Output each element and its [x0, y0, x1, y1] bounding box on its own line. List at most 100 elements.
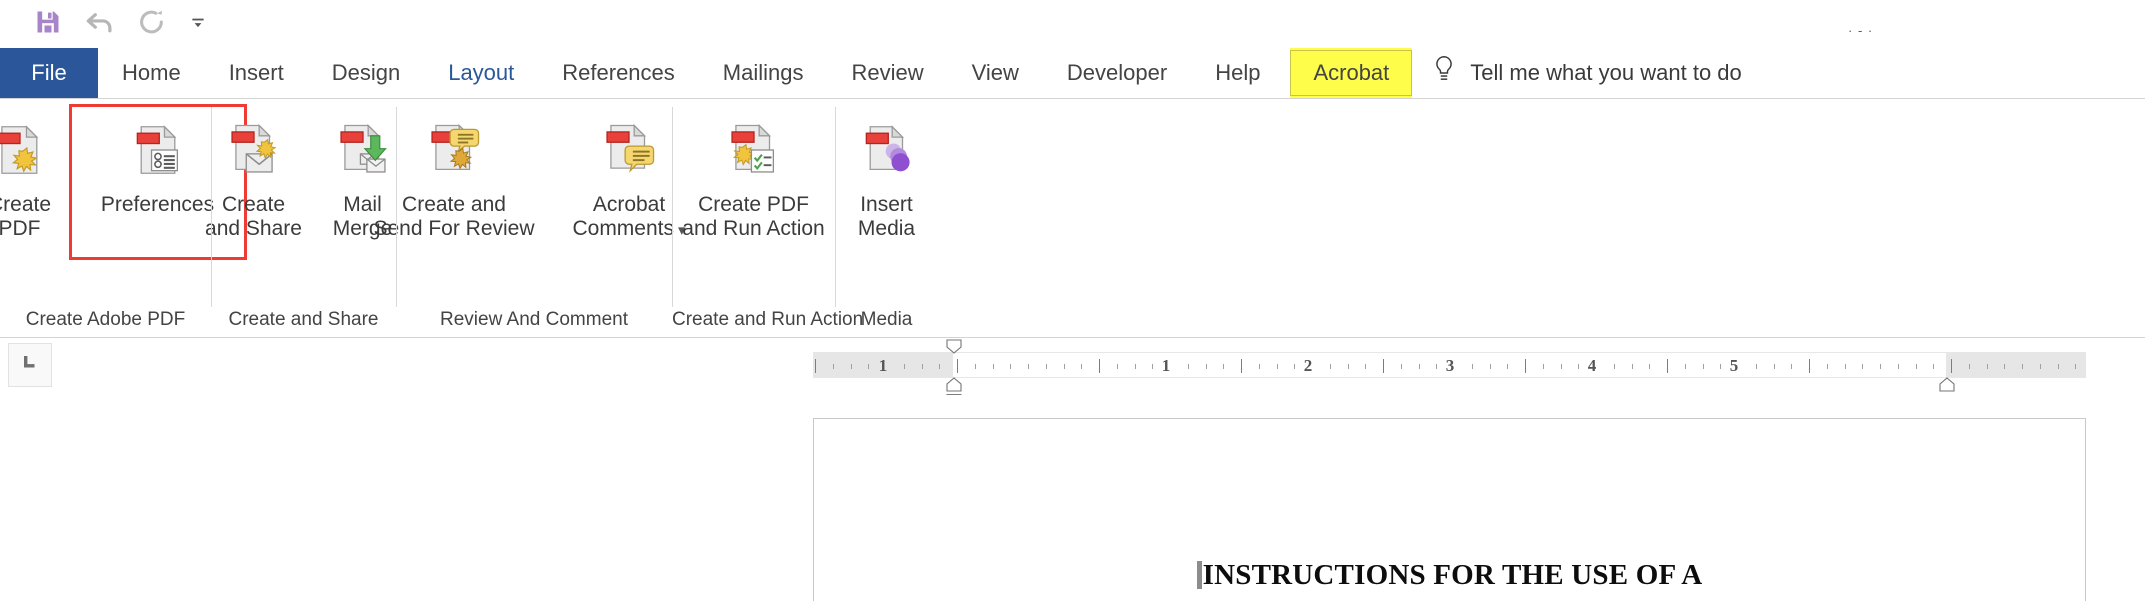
ruler-tick-minor — [1081, 364, 1082, 369]
save-button[interactable] — [22, 3, 74, 45]
customize-quick-access-button[interactable] — [178, 3, 218, 45]
document-canvas[interactable]: INSTRUCTIONS FOR THE USE OF A — [0, 395, 2145, 601]
tab-home[interactable]: Home — [98, 48, 205, 98]
ruler-tick-minor — [1933, 364, 1934, 369]
ribbon-group-create-adobe-pdf: Create PDF — [0, 99, 247, 337]
undo-icon — [84, 6, 116, 43]
ruler-tick-major — [1809, 359, 1810, 373]
create-and-send-for-review-button[interactable]: Create and Send For Review — [359, 107, 549, 240]
ribbon-acrobat: Create PDF — [0, 98, 2145, 338]
tab-mailings-label: Mailings — [722, 60, 804, 85]
document-page[interactable]: INSTRUCTIONS FOR THE USE OF A — [813, 418, 2086, 601]
pdf-mail-star-icon — [223, 113, 285, 187]
document-heading[interactable]: INSTRUCTIONS FOR THE USE OF A — [814, 559, 2085, 592]
save-icon — [34, 8, 62, 41]
tab-file[interactable]: File — [0, 48, 98, 98]
tell-me-search[interactable]: Tell me what you want to do — [1432, 48, 1742, 98]
group-label-create-adobe-pdf: Create Adobe PDF — [25, 309, 186, 330]
ruler-tick-minor — [1259, 364, 1260, 369]
window-controls[interactable]: · - · — [1848, 24, 1873, 37]
tab-design[interactable]: Design — [308, 48, 424, 98]
quick-access-toolbar: · - · — [0, 0, 2145, 48]
create-and-share-button[interactable]: Create and Share — [195, 107, 313, 240]
group-label-create-and-share: Create and Share — [228, 309, 379, 330]
ruler-tick-minor — [1064, 364, 1065, 369]
ruler-tick-major — [815, 359, 816, 373]
ruler-tick-minor — [1756, 364, 1757, 369]
ruler-tick-major — [957, 359, 958, 373]
ruler-tick-minor — [2075, 364, 2076, 369]
redo-button[interactable] — [126, 3, 178, 45]
ruler-tick-minor — [1472, 364, 1473, 369]
ruler-tick-minor — [1561, 364, 1562, 369]
tab-mailings[interactable]: Mailings — [699, 48, 828, 98]
ribbon-group-create-and-run-action: Create PDF and Run Action Create and Run… — [672, 99, 863, 337]
first-line-indent-marker[interactable] — [946, 339, 962, 359]
ruler-number: 5 — [1729, 356, 1739, 375]
ruler-tick-minor — [1720, 364, 1721, 369]
ruler-tick-major — [1241, 359, 1242, 373]
tab-insert[interactable]: Insert — [205, 48, 308, 98]
ribbon-tab-strip: File Home Insert Design Layout Reference… — [0, 48, 2145, 98]
ruler-tick-minor — [2004, 364, 2005, 369]
ruler-band: 1 1 2 3 4 5 — [0, 339, 2145, 403]
ruler-tick-minor — [1117, 364, 1118, 369]
right-indent-marker[interactable] — [1939, 377, 1955, 397]
pdf-review-icon — [423, 113, 485, 187]
horizontal-ruler[interactable]: 1 1 2 3 4 5 — [813, 339, 2086, 403]
ruler-tick-minor — [1632, 364, 1633, 369]
create-pdf-and-run-action-button[interactable]: Create PDF and Run Action — [664, 107, 844, 240]
insert-media-button[interactable]: Insert Media — [832, 107, 942, 240]
tell-me-placeholder: Tell me what you want to do — [1470, 60, 1742, 85]
tab-review[interactable]: Review — [827, 48, 947, 98]
ruler-tick-minor — [1401, 364, 1402, 369]
document-heading-text: INSTRUCTIONS FOR THE USE OF A — [1202, 559, 1703, 591]
tab-stop-selector[interactable] — [8, 343, 52, 387]
tab-layout[interactable]: Layout — [424, 48, 538, 98]
create-pdf-label: Create PDF — [0, 193, 52, 240]
ribbon-group-media: Insert Media Media — [835, 99, 938, 337]
ruler-tick-minor — [2022, 364, 2023, 369]
ruler-tick-minor — [1685, 364, 1686, 369]
ruler-tick-minor — [922, 364, 923, 369]
qat-spacer — [0, 24, 22, 25]
tab-acrobat-highlight-box: Acrobat — [1290, 50, 1413, 96]
create-pdf-button[interactable]: Create PDF — [0, 107, 72, 240]
ruler-tick-minor — [1649, 364, 1650, 369]
group-items: Insert Media — [832, 107, 942, 265]
pdf-star-icon — [0, 113, 51, 187]
create-and-send-for-review-label: Create and Send For Review — [373, 193, 535, 240]
ruler-tick-major — [1951, 359, 1952, 373]
undo-button[interactable] — [74, 3, 126, 45]
ruler-tick-major — [1525, 359, 1526, 373]
ruler-tick-minor — [1543, 364, 1544, 369]
tab-view[interactable]: View — [948, 48, 1043, 98]
lightbulb-icon — [1432, 55, 1456, 91]
ruler-tick-minor — [1365, 364, 1366, 369]
ruler-tick-minor — [833, 364, 834, 369]
ruler-tick-minor — [1791, 364, 1792, 369]
group-items: Create PDF and Run Action — [664, 107, 844, 265]
ruler-tick-minor — [1436, 364, 1437, 369]
ruler-tick-minor — [2058, 364, 2059, 369]
tab-help-label: Help — [1215, 60, 1261, 85]
tab-design-label: Design — [331, 60, 401, 85]
ruler-number: 2 — [1303, 356, 1313, 375]
ruler-tick-minor — [993, 364, 994, 369]
ruler-tick-minor — [1294, 364, 1295, 369]
tab-help[interactable]: Help — [1191, 48, 1284, 98]
tab-acrobat[interactable]: Acrobat — [1290, 48, 1413, 98]
ruler-tick-minor — [1348, 364, 1349, 369]
ruler-tick-minor — [1419, 364, 1420, 369]
ruler-tick-minor — [1898, 364, 1899, 369]
ruler-tick-major — [1099, 359, 1100, 373]
tab-developer[interactable]: Developer — [1043, 48, 1191, 98]
create-pdf-and-run-action-label: Create PDF and Run Action — [682, 193, 825, 240]
ruler-tick-minor — [1188, 364, 1189, 369]
create-and-share-label: Create and Share — [205, 193, 302, 240]
ruler-tick-minor — [1010, 364, 1011, 369]
group-label-media: Media — [860, 309, 913, 330]
acrobat-comments-text: Acrobat Comments — [572, 193, 674, 240]
ruler-tick-minor — [1703, 364, 1704, 369]
tab-references[interactable]: References — [538, 48, 699, 98]
